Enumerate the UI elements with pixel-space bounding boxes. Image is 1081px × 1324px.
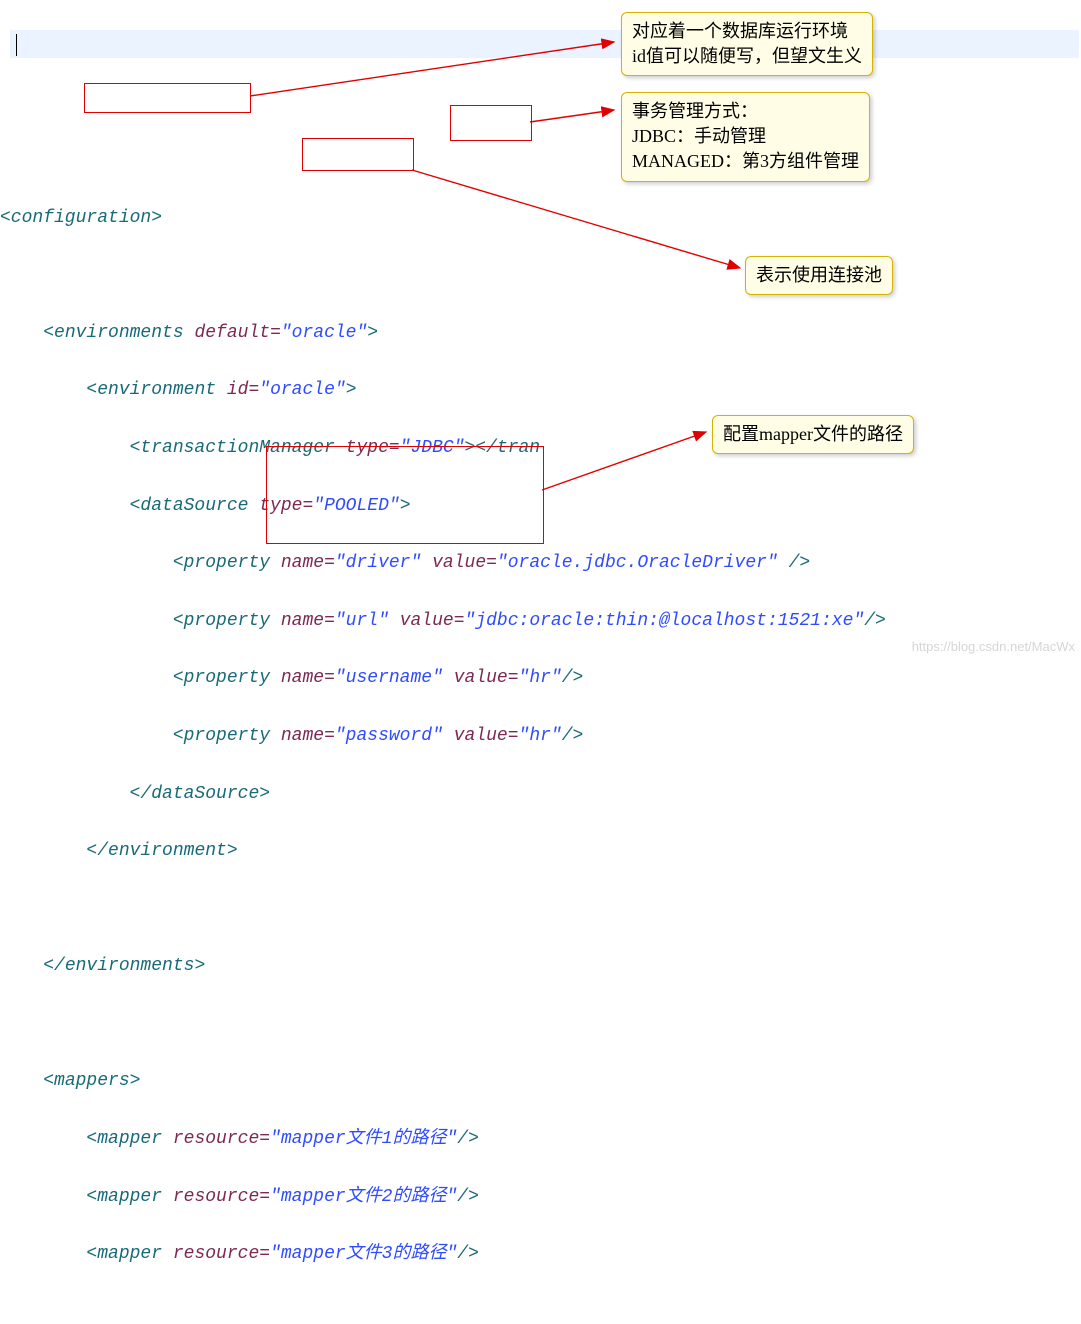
watermark: https://blog.csdn.net/MacWx xyxy=(912,637,1075,658)
tag: /> xyxy=(562,668,584,688)
attr-value: "mapper文件1的路径" xyxy=(270,1129,457,1149)
code-line: <property name="driver" value="oracle.jd… xyxy=(0,549,1081,578)
code-line: <mapper resource="mapper文件2的路径"/> xyxy=(0,1183,1081,1212)
annotation-note: 表示使用连接池 xyxy=(745,256,893,295)
attr: value= xyxy=(454,726,519,746)
attr-value: "jdbc:oracle:thin:@localhost:1521:xe" xyxy=(465,611,865,631)
highlight-box xyxy=(450,105,532,141)
tag: <dataSource xyxy=(130,496,260,516)
tag: > xyxy=(346,380,357,400)
code-line: <configuration> xyxy=(0,204,1081,233)
code-line: <environments default="oracle"> xyxy=(0,319,1081,348)
attr-value: "password" xyxy=(335,726,443,746)
code-line: <property name="url" value="jdbc:oracle:… xyxy=(0,607,1081,636)
attr: value= xyxy=(432,553,497,573)
tag: <configuration> xyxy=(0,208,162,228)
attr-value: "url" xyxy=(335,611,389,631)
annotation-note: 对应着一个数据库运行环境 id值可以随便写，但望文生义 xyxy=(621,12,873,76)
tag: </environments> xyxy=(43,956,205,976)
code-line xyxy=(0,1010,1081,1039)
attr: resource= xyxy=(173,1244,270,1264)
highlight-box xyxy=(266,446,544,544)
code-line: </dataSource> xyxy=(0,780,1081,809)
code-line: <mappers> xyxy=(0,1067,1081,1096)
attr-value: "username" xyxy=(335,668,443,688)
attr: resource= xyxy=(173,1129,270,1149)
code-line: <environment id="oracle"> xyxy=(0,376,1081,405)
attr: name= xyxy=(281,553,335,573)
highlight-box xyxy=(302,138,414,171)
text-cursor xyxy=(16,34,17,56)
tag: /> xyxy=(457,1129,479,1149)
current-line-highlight xyxy=(10,30,1079,58)
attr: name= xyxy=(281,668,335,688)
code-line: </environment> xyxy=(0,837,1081,866)
attr: value= xyxy=(400,611,465,631)
tag: <mapper xyxy=(86,1244,172,1264)
attr-value: "mapper文件3的路径" xyxy=(270,1244,457,1264)
attr: name= xyxy=(281,726,335,746)
code-line: <property name="password" value="hr"/> xyxy=(0,722,1081,751)
tag: </dataSource> xyxy=(130,784,270,804)
code-line xyxy=(0,261,1081,290)
attr-value: "mapper文件2的路径" xyxy=(270,1187,457,1207)
attr-value: "oracle" xyxy=(281,323,367,343)
tag: <property xyxy=(173,553,281,573)
attr: default= xyxy=(194,323,280,343)
code-line: </environments> xyxy=(0,952,1081,981)
tag: </environment> xyxy=(86,841,237,861)
tag: /> xyxy=(778,553,810,573)
tag: > xyxy=(367,323,378,343)
tag: <mapper xyxy=(86,1187,172,1207)
attr: id= xyxy=(227,380,259,400)
tag: <mappers> xyxy=(43,1071,140,1091)
attr-value: "driver" xyxy=(335,553,421,573)
attr-value: "hr" xyxy=(519,668,562,688)
tag: <mapper xyxy=(86,1129,172,1149)
code-line: <mapper resource="mapper文件1的路径"/> xyxy=(0,1125,1081,1154)
attr: resource= xyxy=(173,1187,270,1207)
tag: /> xyxy=(457,1244,479,1264)
attr-value: "oracle.jdbc.OracleDriver" xyxy=(497,553,778,573)
attr: name= xyxy=(281,611,335,631)
annotation-note: 配置mapper文件的路径 xyxy=(712,415,914,454)
attr-value: "oracle" xyxy=(259,380,345,400)
attr: value= xyxy=(454,668,519,688)
attr-value: "hr" xyxy=(519,726,562,746)
code-line xyxy=(0,895,1081,924)
tag: <property xyxy=(173,611,281,631)
tag: <property xyxy=(173,726,281,746)
tag: <property xyxy=(173,668,281,688)
tag: /> xyxy=(864,611,886,631)
annotation-note: 事务管理方式： JDBC：手动管理 MANAGED：第3方组件管理 xyxy=(621,92,870,182)
code-line xyxy=(0,1298,1081,1324)
tag: /> xyxy=(562,726,584,746)
highlight-box xyxy=(84,83,251,113)
code-line: <mapper resource="mapper文件3的路径"/> xyxy=(0,1240,1081,1269)
tag: /> xyxy=(457,1187,479,1207)
code-line: <property name="username" value="hr"/> xyxy=(0,664,1081,693)
tag: <environment xyxy=(86,380,226,400)
tag: <environments xyxy=(43,323,194,343)
